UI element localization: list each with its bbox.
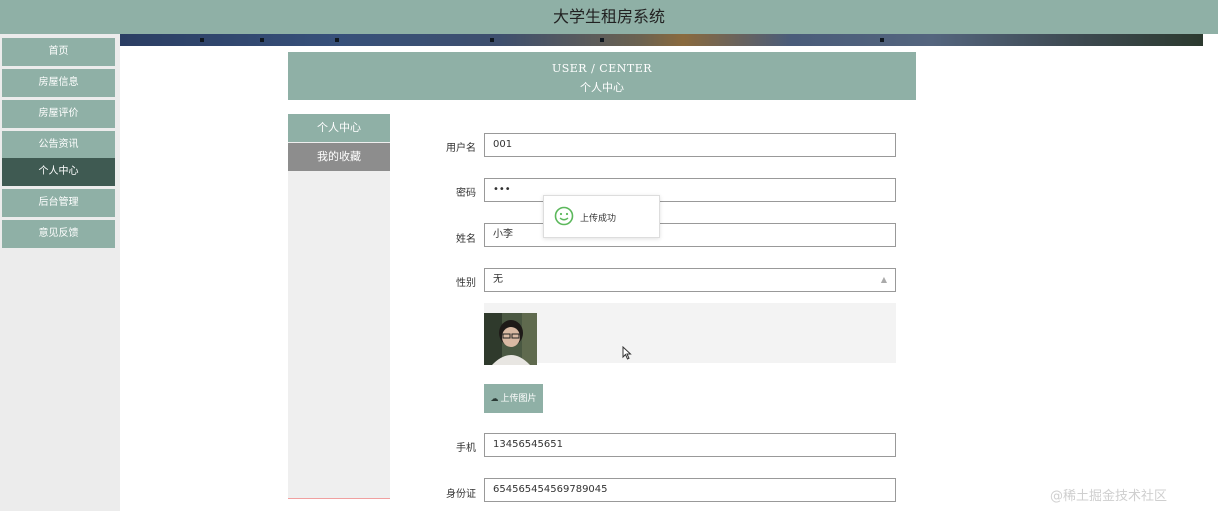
id-card-label: 身份证: [446, 489, 476, 500]
smile-icon: [554, 206, 574, 229]
upload-image-button[interactable]: ☁ 上传图片: [484, 384, 543, 413]
gender-select[interactable]: 无 ▲: [484, 268, 896, 292]
sidebar-item-feedback[interactable]: 意见反馈: [2, 220, 115, 248]
upload-image-label: 上传图片: [500, 394, 537, 404]
name-label: 姓名: [456, 234, 476, 245]
sidebar: 首页 房屋信息 房屋评价 公告资讯 个人中心 后台管理 意见反馈: [0, 34, 120, 511]
mouse-cursor-icon: [622, 345, 632, 364]
sidebar-item-personal-center[interactable]: 个人中心: [2, 158, 115, 186]
avatar-preview-area: [484, 303, 896, 363]
sidebar-item-home[interactable]: 首页: [2, 38, 115, 66]
sub-navigation: 个人中心 我的收藏: [288, 114, 390, 499]
sidebar-item-announcements[interactable]: 公告资讯: [2, 131, 115, 159]
phone-label: 手机: [456, 443, 476, 454]
username-field[interactable]: 001: [484, 133, 896, 157]
gender-label: 性别: [456, 278, 476, 289]
page-header: USER / CENTER 个人中心: [288, 52, 916, 100]
gender-selected-value: 无: [493, 274, 503, 285]
upload-success-toast: 上传成功: [543, 195, 660, 238]
phone-field[interactable]: 13456545651: [484, 433, 896, 457]
tab-my-favorites[interactable]: 我的收藏: [288, 143, 390, 171]
upload-icon: ☁: [490, 394, 499, 403]
password-label: 密码: [456, 188, 476, 199]
sidebar-item-house-reviews[interactable]: 房屋评价: [2, 100, 115, 128]
chevron-up-icon: ▲: [880, 275, 887, 284]
avatar: [484, 313, 537, 365]
app-title-bar: 大学生租房系统: [0, 0, 1218, 34]
sidebar-item-house-info[interactable]: 房屋信息: [2, 69, 115, 97]
sidebar-item-admin[interactable]: 后台管理: [2, 189, 115, 217]
header-banner-image: [120, 34, 1203, 46]
toast-message: 上传成功: [580, 214, 617, 224]
app-title: 大学生租房系统: [552, 7, 665, 26]
tab-personal-center[interactable]: 个人中心: [288, 114, 390, 142]
watermark: @稀土掘金技术社区: [1050, 489, 1168, 504]
page-title: 个人中心: [580, 81, 624, 94]
username-label: 用户名: [446, 143, 476, 154]
id-card-field[interactable]: 654565454569789045: [484, 478, 896, 502]
page-title-en: USER / CENTER: [551, 62, 653, 75]
